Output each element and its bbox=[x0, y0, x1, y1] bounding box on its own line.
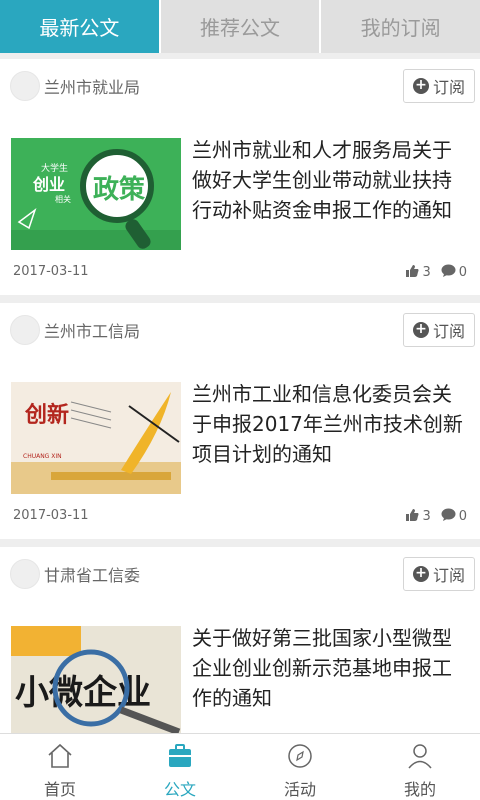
comment-icon bbox=[441, 508, 456, 525]
avatar bbox=[10, 315, 40, 345]
subscribe-label: 订阅 bbox=[432, 566, 465, 585]
thumb-small-text-1: 大学生 bbox=[41, 162, 68, 174]
nav-activities-label: 活动 bbox=[283, 780, 316, 799]
thumb-main-text: 小微企业 bbox=[15, 673, 151, 713]
thumb-small-text-2: 相关 bbox=[55, 194, 71, 204]
top-tabs: 最新公文 推荐公文 我的订阅 bbox=[0, 0, 480, 53]
article-card[interactable]: 兰州市工信局 + 订阅 创新 CHUANG XIN 兰州市工业和信息化委员会关于… bbox=[0, 303, 480, 539]
thumb-small-text: CHUANG XIN bbox=[23, 453, 62, 460]
article-thumbnail[interactable]: 创新 CHUANG XIN bbox=[11, 382, 181, 494]
subscribe-button[interactable]: + 订阅 bbox=[403, 69, 475, 103]
thumbs-up-icon bbox=[405, 508, 419, 525]
compass-icon bbox=[286, 742, 314, 770]
source-name: 甘肃省工信委 bbox=[44, 566, 141, 585]
comment-count: 0 bbox=[458, 509, 467, 524]
avatar bbox=[10, 559, 40, 589]
subscribe-label: 订阅 bbox=[432, 322, 465, 341]
tab-my-subscriptions[interactable]: 我的订阅 bbox=[321, 0, 480, 53]
tab-latest[interactable]: 最新公文 bbox=[0, 0, 161, 53]
article-card[interactable]: 甘肃省工信委 + 订阅 小微企业 关于做好第三批国家小型微型企业创业创新示范基地… bbox=[0, 547, 480, 733]
bottom-navigation: 首页 公文 活动 我的 bbox=[0, 733, 480, 800]
comment-count: 0 bbox=[458, 265, 467, 280]
briefcase-icon bbox=[166, 742, 194, 770]
policy-magnifier-image: 大学生 创业 相关 政策 bbox=[11, 138, 181, 250]
card-header: 甘肃省工信委 + 订阅 bbox=[10, 557, 475, 591]
nav-documents-label: 公文 bbox=[163, 780, 196, 799]
small-micro-business-image: 小微企业 bbox=[11, 626, 181, 733]
subscribe-label: 订阅 bbox=[432, 78, 465, 97]
thumbs-up-icon bbox=[405, 264, 419, 281]
nav-home[interactable]: 首页 bbox=[0, 734, 120, 800]
article-card[interactable]: 兰州市就业局 + 订阅 大学生 创业 相关 政策 兰州市就业和人才服务局关于做好… bbox=[0, 59, 480, 295]
nav-documents[interactable]: 公文 bbox=[120, 734, 240, 800]
nav-home-label: 首页 bbox=[43, 780, 76, 799]
article-thumbnail[interactable]: 大学生 创业 相关 政策 bbox=[11, 138, 181, 250]
article-stats: 3 0 bbox=[405, 508, 467, 525]
article-date: 2017-03-11 bbox=[13, 264, 89, 279]
nav-activities[interactable]: 活动 bbox=[240, 734, 360, 800]
comment-icon bbox=[441, 264, 456, 281]
card-header: 兰州市工信局 + 订阅 bbox=[10, 313, 475, 347]
article-feed[interactable]: 兰州市就业局 + 订阅 大学生 创业 相关 政策 兰州市就业和人才服务局关于做好… bbox=[0, 53, 480, 733]
plus-circle-icon: + bbox=[412, 78, 429, 94]
nav-profile-label: 我的 bbox=[403, 780, 436, 799]
like-count: 3 bbox=[422, 265, 431, 280]
article-date: 2017-03-11 bbox=[13, 508, 89, 523]
subscribe-button[interactable]: + 订阅 bbox=[403, 313, 475, 347]
article-stats: 3 0 bbox=[405, 264, 467, 281]
article-title[interactable]: 关于做好第三批国家小型微型企业创业创新示范基地申报工作的通知 bbox=[192, 623, 467, 713]
card-header: 兰州市就业局 + 订阅 bbox=[10, 69, 475, 103]
home-icon bbox=[46, 742, 74, 770]
innovation-pen-image: 创新 CHUANG XIN bbox=[11, 382, 181, 494]
source-name: 兰州市就业局 bbox=[44, 78, 141, 97]
like-count: 3 bbox=[422, 509, 431, 524]
thumb-big-text: 创新 bbox=[24, 402, 69, 428]
avatar bbox=[10, 71, 40, 101]
article-title[interactable]: 兰州市工业和信息化委员会关于申报2017年兰州市技术创新项目计划的通知 bbox=[192, 379, 467, 469]
article-thumbnail[interactable]: 小微企业 bbox=[11, 626, 181, 733]
thumb-main-text: 政策 bbox=[93, 174, 145, 205]
plus-circle-icon: + bbox=[412, 322, 429, 338]
plus-circle-icon: + bbox=[412, 566, 429, 582]
person-icon bbox=[406, 742, 434, 770]
subscribe-button[interactable]: + 订阅 bbox=[403, 557, 475, 591]
tab-recommended[interactable]: 推荐公文 bbox=[161, 0, 322, 53]
nav-profile[interactable]: 我的 bbox=[360, 734, 480, 800]
article-title[interactable]: 兰州市就业和人才服务局关于做好大学生创业带动就业扶持行动补贴资金申报工作的通知 bbox=[192, 135, 467, 225]
source-name: 兰州市工信局 bbox=[44, 322, 141, 341]
thumb-big-text: 创业 bbox=[32, 175, 65, 194]
